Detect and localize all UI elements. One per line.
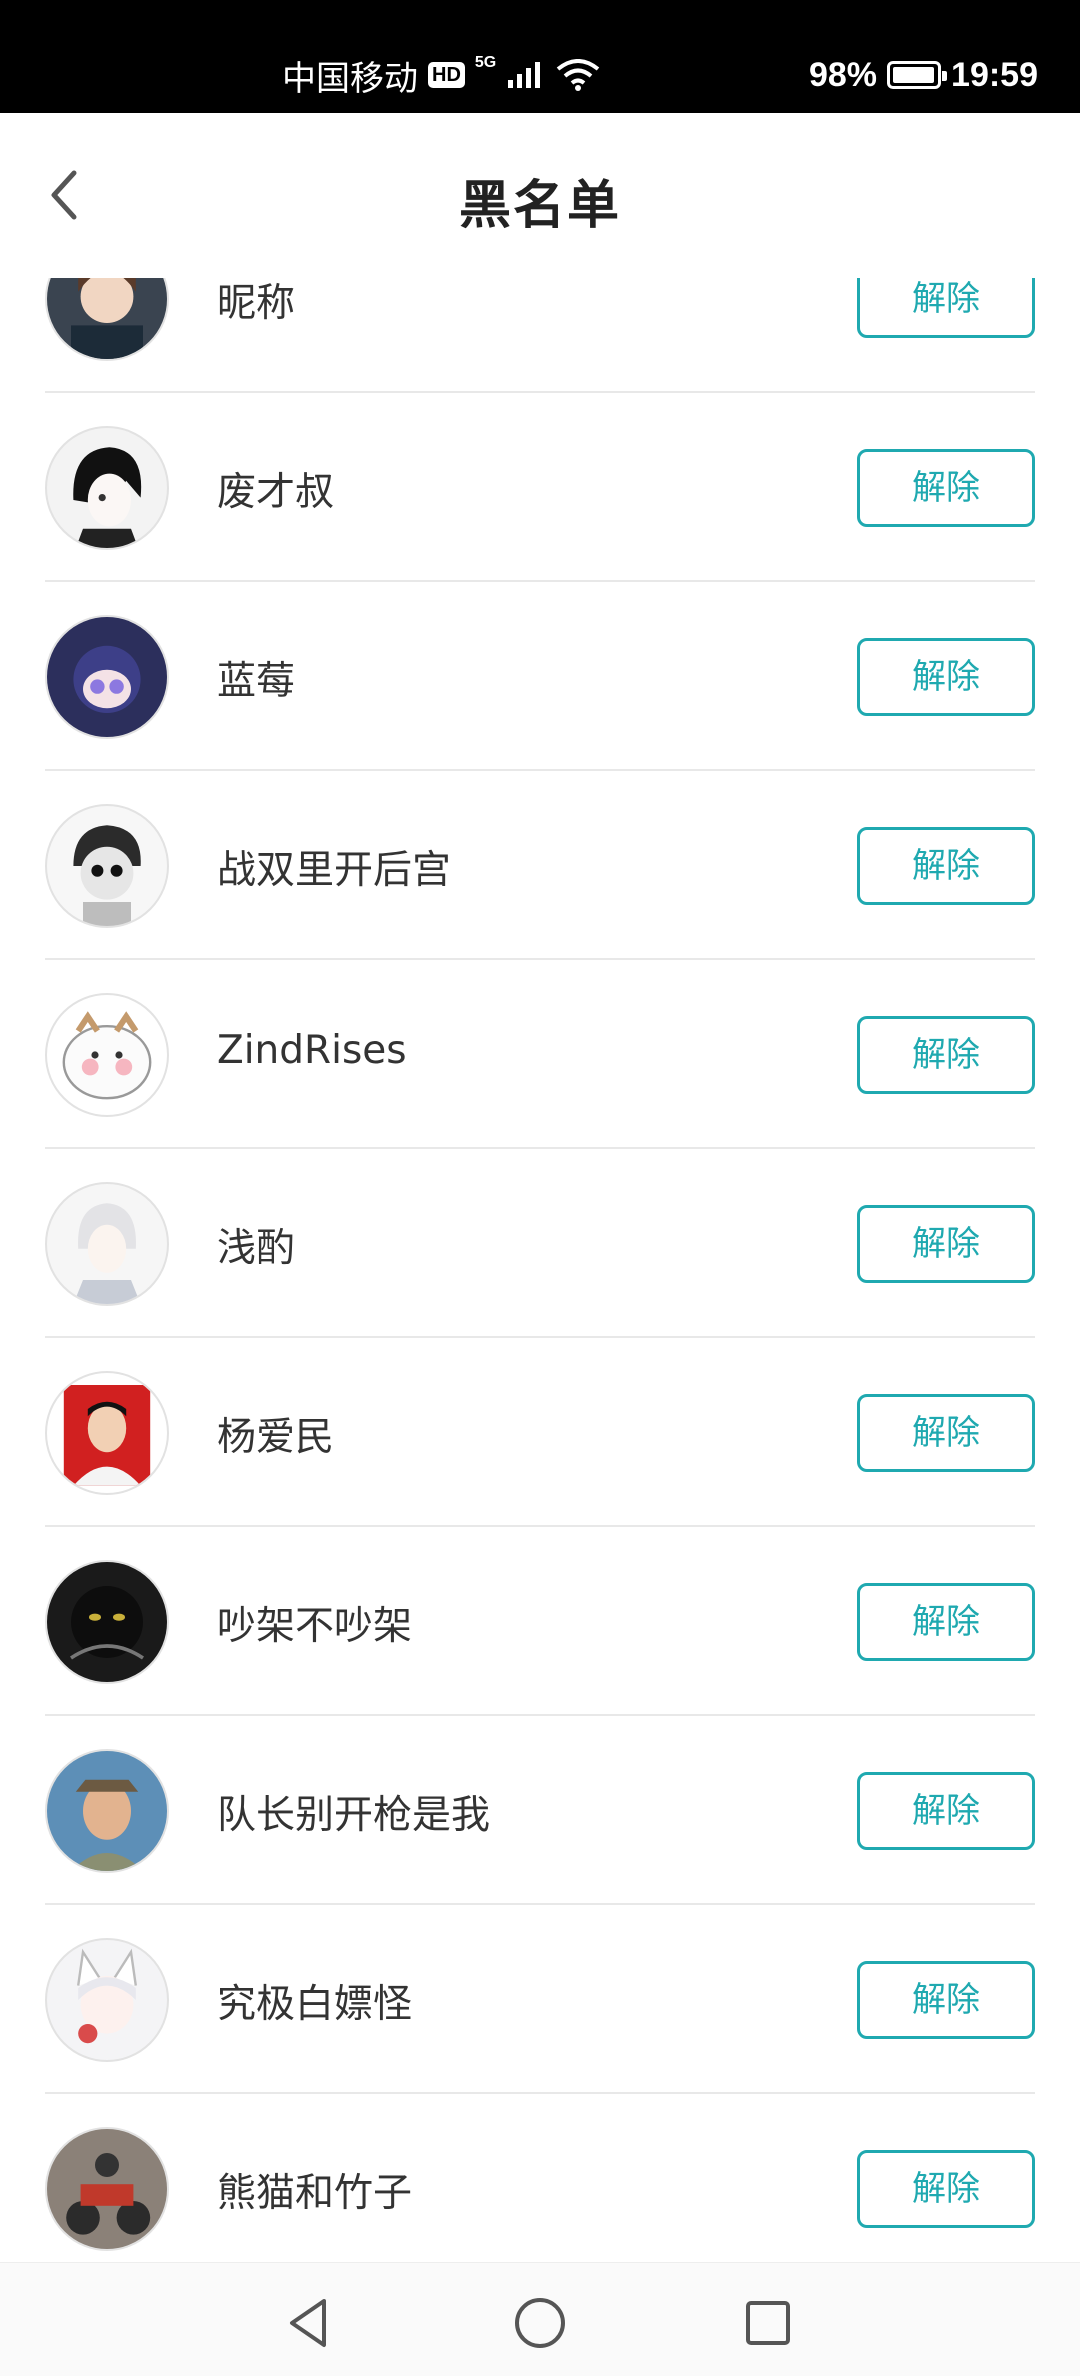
battery-percent: 98% bbox=[808, 55, 878, 94]
user-name: 战双里开后宫 bbox=[217, 848, 452, 893]
avatar[interactable] bbox=[45, 804, 169, 928]
avatar-image bbox=[47, 2129, 167, 2249]
nav-home-button[interactable] bbox=[510, 2293, 570, 2353]
list-item[interactable]: 浅酌 解除 bbox=[45, 1149, 1035, 1338]
user-name: 昵称 bbox=[217, 281, 296, 326]
user-name: 队长别开枪是我 bbox=[217, 1793, 491, 1838]
user-name: 浅酌 bbox=[217, 1226, 296, 1271]
avatar-image bbox=[47, 1373, 167, 1493]
avatar[interactable] bbox=[45, 615, 169, 739]
carrier-label: 中国移动 bbox=[282, 59, 418, 98]
remove-button[interactable]: 解除 bbox=[857, 638, 1035, 716]
list-item[interactable]: 究极白嫖怪 解除 bbox=[45, 1905, 1035, 2094]
avatar[interactable] bbox=[45, 2127, 169, 2251]
remove-button[interactable]: 解除 bbox=[857, 1772, 1035, 1850]
clock: 19:59 bbox=[951, 55, 1038, 94]
status-bar: 中国移动 HD 5G 98% 19:59 bbox=[0, 0, 1080, 113]
avatar-image bbox=[47, 995, 167, 1115]
avatar[interactable] bbox=[45, 1560, 169, 1684]
avatar-image bbox=[47, 1184, 167, 1304]
user-name: 废才叔 bbox=[217, 470, 335, 515]
avatar[interactable] bbox=[45, 426, 169, 550]
header: 黑名单 bbox=[0, 113, 1080, 278]
list-item[interactable]: 蓝莓 解除 bbox=[45, 582, 1035, 771]
circle-home-icon bbox=[515, 2298, 565, 2348]
avatar[interactable] bbox=[45, 1938, 169, 2062]
avatar-image bbox=[47, 428, 167, 548]
battery-icon bbox=[887, 61, 948, 89]
remove-button[interactable]: 解除 bbox=[857, 1016, 1035, 1094]
user-name: 熊猫和竹子 bbox=[217, 2171, 413, 2216]
nav-recents-button[interactable] bbox=[738, 2293, 798, 2353]
remove-button[interactable]: 解除 bbox=[857, 1394, 1035, 1472]
system-nav-bar bbox=[0, 2262, 1080, 2376]
network-type: 5G bbox=[474, 54, 497, 71]
blacklist[interactable]: 昵称 解除 废才叔 解除 蓝莓 解除 战双里开后宫 解除 ZindRises 解除 浅酌 解除 杨爱民解… bbox=[0, 278, 1080, 2262]
avatar[interactable] bbox=[45, 1182, 169, 1306]
avatar-image bbox=[47, 1751, 167, 1871]
remove-button[interactable]: 解除 bbox=[857, 1583, 1035, 1661]
remove-button[interactable]: 解除 bbox=[857, 278, 1035, 338]
user-name: 吵架不吵架 bbox=[217, 1604, 413, 1649]
user-name: 究极白嫖怪 bbox=[217, 1982, 413, 2027]
remove-button[interactable]: 解除 bbox=[857, 827, 1035, 905]
blacklist-items: 昵称 解除 废才叔 解除 蓝莓 解除 战双里开后宫 解除 ZindRises 解除 浅酌 解除 杨爱民解… bbox=[0, 278, 1080, 2262]
list-item[interactable]: 吵架不吵架 解除 bbox=[45, 1527, 1035, 1716]
nav-back-button[interactable] bbox=[280, 2293, 340, 2353]
remove-button[interactable]: 解除 bbox=[857, 1205, 1035, 1283]
list-item[interactable]: 熊猫和竹子 解除 bbox=[45, 2094, 1035, 2262]
avatar[interactable] bbox=[45, 993, 169, 1117]
remove-button[interactable]: 解除 bbox=[857, 1961, 1035, 2039]
wifi-icon bbox=[556, 59, 600, 91]
avatar-image bbox=[47, 278, 167, 359]
remove-button[interactable]: 解除 bbox=[857, 2150, 1035, 2228]
avatar[interactable] bbox=[45, 1749, 169, 1873]
user-name: 杨爱民 bbox=[217, 1415, 335, 1460]
avatar-image bbox=[47, 806, 167, 926]
list-item[interactable]: 废才叔 解除 bbox=[45, 393, 1035, 582]
avatar-image bbox=[47, 1562, 167, 1682]
hd-badge: HD bbox=[428, 62, 465, 88]
list-item[interactable]: ZindRises 解除 bbox=[45, 960, 1035, 1149]
avatar[interactable] bbox=[45, 278, 169, 361]
battery-fill bbox=[893, 67, 935, 83]
status-right: 98% 19:59 bbox=[809, 50, 1038, 100]
signal-icon bbox=[508, 62, 541, 88]
list-item[interactable]: 昵称 解除 bbox=[45, 278, 1035, 393]
page-title: 黑名单 bbox=[458, 176, 621, 236]
status-left: 中国移动 HD 5G bbox=[282, 50, 600, 100]
user-name: 蓝莓 bbox=[217, 659, 296, 704]
avatar-image bbox=[47, 1940, 167, 2060]
remove-button[interactable]: 解除 bbox=[857, 449, 1035, 527]
user-name: ZindRises bbox=[217, 1028, 407, 1073]
square-recents-icon bbox=[746, 2301, 790, 2345]
triangle-back-icon bbox=[290, 2299, 326, 2347]
avatar[interactable] bbox=[45, 1371, 169, 1495]
avatar-image bbox=[47, 617, 167, 737]
list-item[interactable]: 队长别开枪是我 解除 bbox=[45, 1716, 1035, 1905]
list-item[interactable]: 战双里开后宫 解除 bbox=[45, 771, 1035, 960]
list-item[interactable]: 杨爱民 解除 bbox=[45, 1338, 1035, 1527]
